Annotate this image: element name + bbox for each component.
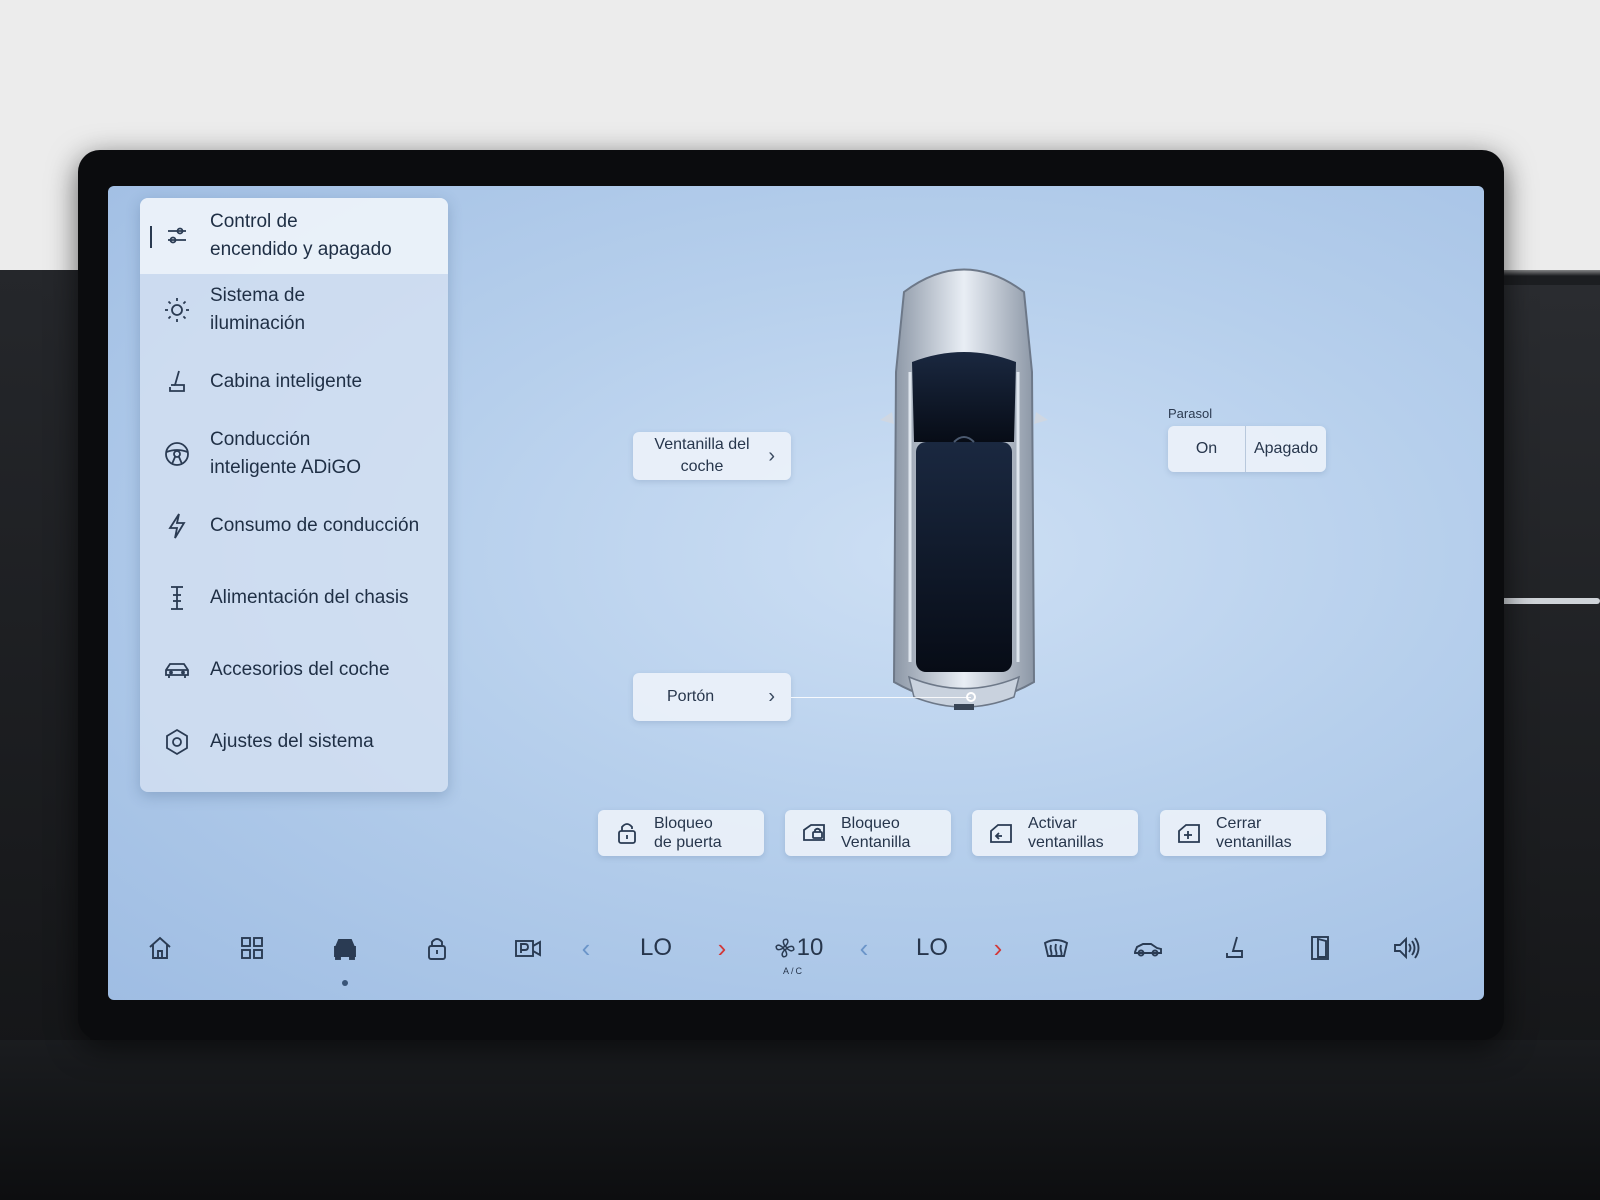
menu-item-smart-driving[interactable]: Conducción inteligente ADiGO [140, 418, 448, 490]
parasol-toggle: On Apagado [1168, 426, 1326, 472]
close-windows-button[interactable]: Cerrar ventanillas [1160, 810, 1326, 856]
settings-hexagon-icon [162, 727, 192, 757]
menu-item-label: Conducción inteligente ADiGO [210, 429, 362, 478]
action-label: Bloqueo de puerta [654, 815, 722, 851]
lightning-icon [162, 511, 192, 541]
fan-speed-button[interactable]: 10 [768, 930, 828, 966]
seat-button[interactable] [1216, 930, 1252, 966]
door-icon [1311, 936, 1329, 960]
seat-icon [1226, 936, 1243, 958]
menu-item-lighting[interactable]: Sistema de iluminación [140, 274, 448, 346]
parasol-title: Parasol [1168, 406, 1213, 421]
menu-item-chassis-power[interactable]: Alimentación del chasis [140, 562, 448, 634]
vehicle-settings-button[interactable] [327, 930, 363, 966]
fan-icon [775, 938, 795, 958]
infotainment-screen: Control de encendido y apagado Sistema d… [108, 186, 1484, 1000]
car-front-icon [334, 939, 356, 960]
action-label: Cerrar ventanillas [1216, 815, 1292, 851]
temperature-left[interactable]: LO [636, 930, 676, 966]
active-indicator [150, 226, 152, 248]
action-label: Bloqueo Ventanilla [841, 815, 911, 851]
door-button[interactable] [1302, 930, 1338, 966]
seat-icon [162, 367, 192, 397]
activate-windows-button[interactable]: Activar ventanillas [972, 810, 1138, 856]
steering-wheel-icon [162, 439, 192, 469]
fan-speed-value: 10 [796, 934, 824, 961]
window-close-icon [1176, 820, 1202, 846]
tailgate-label: Portón [667, 688, 715, 705]
menu-item-power-control[interactable]: Control de encendido y apagado [140, 198, 448, 274]
door-lock-button[interactable]: Bloqueo de puerta [598, 810, 764, 856]
tailgate-pointer-line [791, 697, 971, 698]
tailgate-button[interactable]: Portón › [633, 673, 791, 721]
car-side-icon [1134, 943, 1162, 957]
active-tab-indicator [342, 980, 348, 986]
temp-right-up-button[interactable]: › [988, 930, 1008, 966]
defrost-front-button[interactable] [1038, 930, 1074, 966]
settings-menu: Control de encendido y apagado Sistema d… [140, 198, 448, 792]
volume-button[interactable] [1388, 930, 1424, 966]
padlock-icon [614, 820, 640, 846]
menu-item-label: Alimentación del chasis [210, 587, 409, 608]
apps-grid-icon [241, 937, 263, 959]
parasol-off-button[interactable]: Apagado [1246, 426, 1326, 472]
chevron-right-icon: › [768, 445, 775, 467]
car-window-label: Ventanilla del coche [654, 436, 750, 475]
home-button[interactable] [142, 930, 178, 966]
chevron-right-icon: › [768, 685, 775, 708]
car-window-button[interactable]: Ventanilla del coche › [633, 432, 791, 480]
window-lock-icon [801, 820, 827, 846]
apps-button[interactable] [234, 930, 270, 966]
menu-item-driving-consumption[interactable]: Consumo de conducción [140, 490, 448, 562]
front-defrost-icon [1043, 939, 1069, 957]
car-icon [162, 655, 192, 685]
menu-item-label: Ajustes del sistema [210, 731, 374, 752]
temp-left-up-button[interactable]: › [712, 930, 732, 966]
parking-camera-button[interactable] [508, 930, 548, 966]
menu-item-label: Cabina inteligente [210, 371, 363, 392]
car-top-view [864, 252, 1064, 732]
lock-button[interactable] [419, 930, 455, 966]
bottom-dock: ‹ LO › 10 A/C ‹ LO › [108, 902, 1484, 1000]
padlock-icon [428, 938, 446, 960]
menu-item-label: Sistema de iluminación [210, 285, 306, 334]
sliders-icon [162, 221, 192, 251]
temp-right-down-button[interactable]: ‹ [854, 930, 874, 966]
menu-item-system-settings[interactable]: Ajustes del sistema [140, 706, 448, 778]
chassis-icon [162, 583, 192, 613]
menu-item-label: Control de encendido y apagado [210, 211, 392, 260]
parking-camera-icon [515, 940, 541, 957]
ac-label: A/C [783, 966, 805, 976]
parasol-on-button[interactable]: On [1168, 426, 1246, 472]
menu-item-label: Accesorios del coche [210, 659, 390, 680]
window-open-icon [988, 820, 1014, 846]
temperature-right[interactable]: LO [912, 930, 952, 966]
speaker-icon [1394, 936, 1420, 960]
home-icon [149, 936, 171, 959]
temp-left-down-button[interactable]: ‹ [576, 930, 596, 966]
window-lock-button[interactable]: Bloqueo Ventanilla [785, 810, 951, 856]
menu-item-label: Consumo de conducción [210, 515, 420, 536]
car-side-button[interactable] [1126, 930, 1170, 966]
menu-item-smart-cabin[interactable]: Cabina inteligente [140, 346, 448, 418]
action-label: Activar ventanillas [1028, 815, 1104, 851]
dashboard-bottom [0, 1040, 1600, 1200]
menu-item-car-accessories[interactable]: Accesorios del coche [140, 634, 448, 706]
tailgate-pointer-dot [966, 692, 976, 702]
sun-icon [162, 295, 192, 325]
